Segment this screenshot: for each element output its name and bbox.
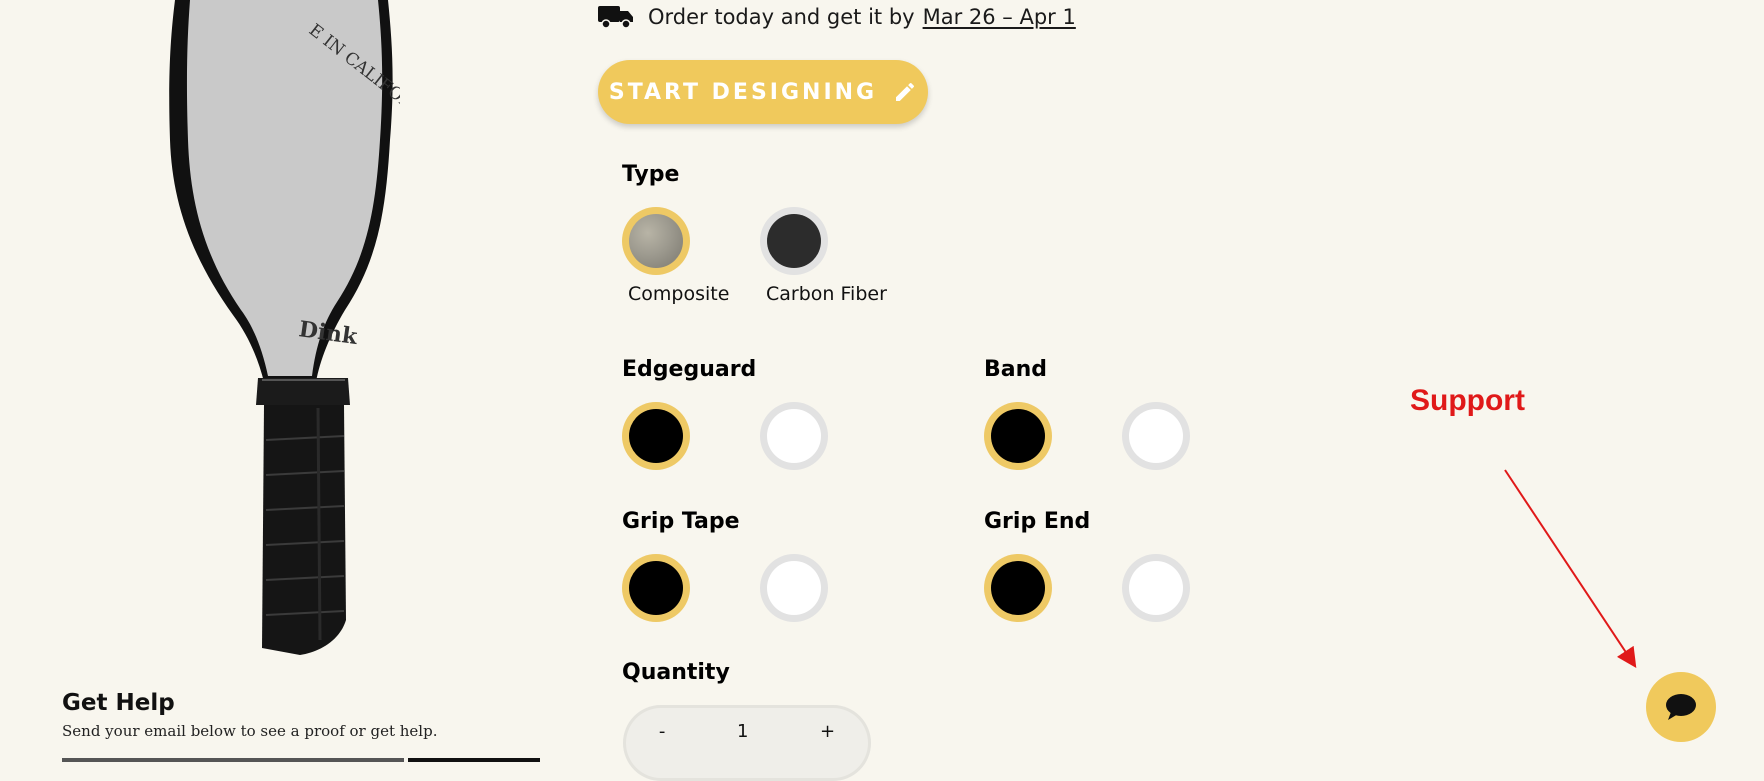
quantity-increment-button[interactable]: +: [820, 721, 835, 742]
type-option-carbon-fiber[interactable]: [760, 207, 828, 275]
chat-bubble-icon: [1666, 694, 1696, 720]
pencil-icon: [896, 82, 915, 101]
type-title: Type: [622, 162, 680, 187]
grip-end-option-white[interactable]: [1122, 554, 1190, 622]
grip-end-title: Grip End: [984, 509, 1091, 534]
grip-end-option-black[interactable]: [984, 554, 1052, 622]
grip-tape-title: Grip Tape: [622, 509, 740, 534]
edgeguard-title: Edgeguard: [622, 357, 757, 382]
composite-label: Composite: [628, 283, 730, 305]
start-designing-button[interactable]: START DESIGNING: [598, 60, 928, 124]
band-option-black[interactable]: [984, 402, 1052, 470]
grip-tape-option-black[interactable]: [622, 554, 690, 622]
carbon-fiber-label: Carbon Fiber: [766, 283, 887, 305]
delivery-estimate: Order today and get it by Mar 26 – Apr 1: [598, 2, 1076, 32]
delivery-text: Order today and get it by: [648, 5, 915, 29]
band-option-white[interactable]: [1122, 402, 1190, 470]
edgeguard-option-white[interactable]: [760, 402, 828, 470]
quantity-decrement-button[interactable]: -: [659, 721, 666, 742]
quantity-value[interactable]: 1: [737, 721, 748, 742]
composite-swatch: [629, 214, 683, 268]
email-submit-button[interactable]: [408, 758, 540, 762]
grip-tape-option-white[interactable]: [760, 554, 828, 622]
type-option-composite[interactable]: [622, 207, 690, 275]
quantity-stepper: - 1 +: [623, 705, 871, 781]
chat-support-button[interactable]: [1646, 672, 1716, 742]
start-designing-label: START DESIGNING: [608, 79, 878, 105]
truck-icon: [598, 6, 633, 29]
band-title: Band: [984, 357, 1048, 382]
email-input[interactable]: [62, 758, 404, 762]
quantity-title: Quantity: [622, 660, 730, 685]
edgeguard-option-black[interactable]: [622, 402, 690, 470]
paddle-preview: E IN CALIFORNIA Dink: [169, 0, 400, 655]
support-arrow: [1504, 469, 1637, 669]
get-help-subtitle: Send your email below to see a proof or …: [62, 722, 438, 740]
delivery-date-link[interactable]: Mar 26 – Apr 1: [923, 5, 1076, 29]
support-annotation-label: Support: [1410, 384, 1525, 417]
get-help-title: Get Help: [62, 690, 175, 716]
carbon-fiber-swatch: [767, 214, 821, 268]
